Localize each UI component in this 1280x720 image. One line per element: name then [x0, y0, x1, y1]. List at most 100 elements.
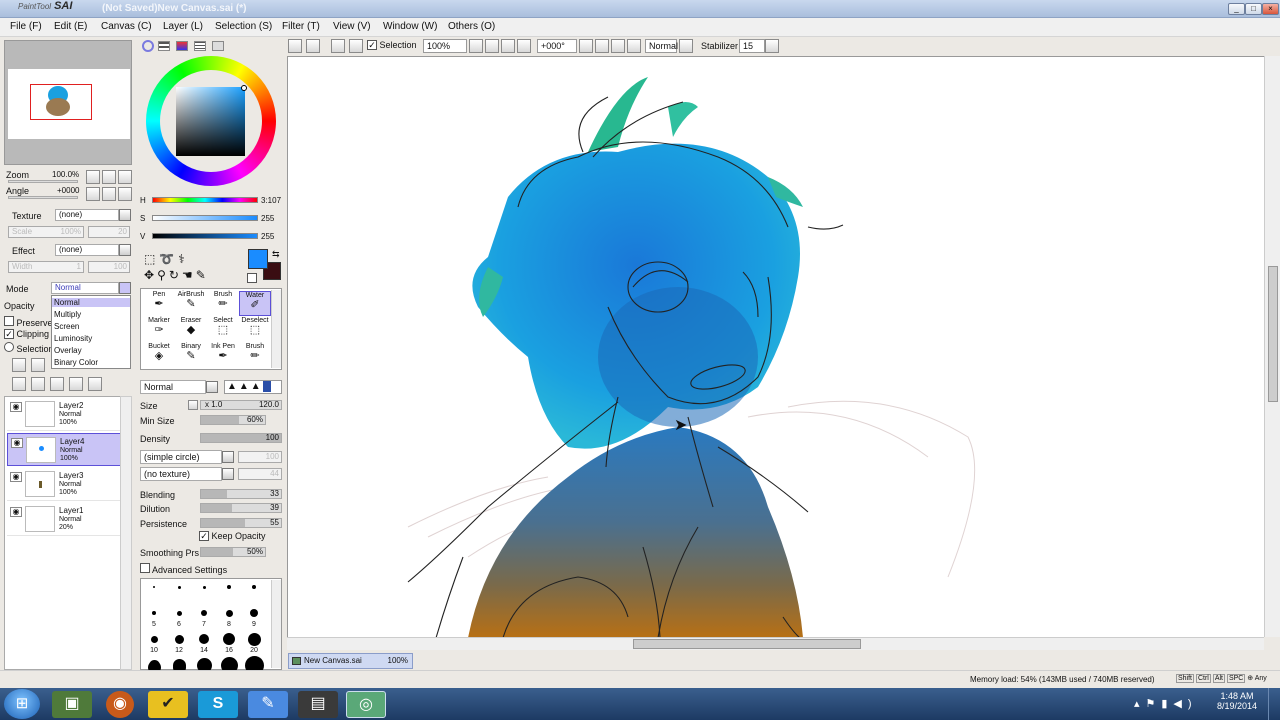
palette-icon[interactable]: ✎: [248, 691, 288, 718]
layer-row[interactable]: ◉ Layer2 Normal 100%: [7, 398, 121, 431]
flip-button[interactable]: [627, 39, 641, 53]
saturation-slider[interactable]: [152, 215, 258, 221]
menu-others[interactable]: Others (O): [448, 21, 495, 32]
layer-mask-button[interactable]: [88, 377, 102, 391]
firefox-icon[interactable]: ◉: [106, 691, 134, 718]
layer-row[interactable]: ◉ Layer1 Normal 20%: [7, 503, 121, 536]
brush-texture-dropdown[interactable]: [222, 468, 234, 480]
tool-eraser[interactable]: Eraser ◆: [175, 317, 207, 342]
norton-icon[interactable]: ✔: [148, 691, 188, 718]
redo-button[interactable]: [306, 39, 320, 53]
preserve-checkbox[interactable]: [4, 316, 14, 326]
rotate-icon[interactable]: ↻: [169, 268, 182, 282]
hue-slider[interactable]: [152, 197, 258, 203]
visibility-eye-icon[interactable]: ◉: [10, 507, 22, 517]
blending-slider[interactable]: 33: [200, 489, 282, 499]
menu-window[interactable]: Window (W): [383, 21, 437, 32]
sai-icon[interactable]: ◎: [346, 691, 386, 718]
canvas-horizontal-scrollbar[interactable]: [287, 637, 1264, 650]
tool-brush[interactable]: Brush ✏: [239, 343, 271, 368]
primary-color-swatch[interactable]: [248, 249, 268, 269]
brush-size-scrollbar[interactable]: [271, 580, 281, 668]
rotation-field[interactable]: +000°: [537, 39, 577, 53]
brush-size-preset[interactable]: [174, 634, 184, 644]
brush-size-preset[interactable]: [227, 585, 231, 589]
brush-size-preset[interactable]: [199, 634, 209, 644]
deselect-button[interactable]: [331, 39, 345, 53]
visibility-eye-icon[interactable]: ◉: [11, 438, 23, 448]
merge-down-button[interactable]: [31, 377, 45, 391]
navigator-view-rect[interactable]: [30, 84, 92, 120]
rect-select-icon[interactable]: ⬚: [144, 252, 159, 266]
eyedropper-icon[interactable]: ✎: [196, 268, 209, 282]
mode-option-screen[interactable]: Screen: [54, 322, 79, 331]
zoom-slider[interactable]: [8, 180, 78, 183]
rotate-right-button[interactable]: [595, 39, 609, 53]
stabilizer-field[interactable]: 15: [739, 39, 765, 53]
terminal-icon[interactable]: ▤: [298, 691, 338, 718]
close-button[interactable]: ×: [1262, 3, 1279, 15]
brush-size-preset[interactable]: [250, 609, 258, 617]
invert-selection-button[interactable]: [349, 39, 363, 53]
transfer-down-button[interactable]: [12, 377, 26, 391]
mode-option-normal[interactable]: Normal: [52, 298, 130, 307]
swap-colors-icon[interactable]: ⇆: [272, 249, 280, 260]
tool-airbrush[interactable]: AirBrush ✎: [175, 291, 207, 316]
blend-mode-field[interactable]: Normal: [645, 39, 678, 53]
size-multiplier-button[interactable]: [188, 400, 198, 410]
menu-filter[interactable]: Filter (T): [282, 21, 320, 32]
magic-wand-icon[interactable]: ⚕: [178, 252, 189, 266]
new-linework-layer-button[interactable]: [31, 358, 45, 372]
delete-layer-button[interactable]: [69, 377, 83, 391]
persistence-slider[interactable]: 55: [200, 518, 282, 528]
zoom-reset-button[interactable]: [517, 39, 531, 53]
clear-layer-button[interactable]: [50, 377, 64, 391]
selection-toggle[interactable]: ✓ Selection: [367, 40, 417, 50]
scratchpad-tab-icon[interactable]: [212, 41, 224, 51]
brush-blend-mode-dropdown[interactable]: [206, 381, 218, 393]
keep-opacity-checkbox[interactable]: ✓: [199, 531, 209, 541]
brush-size-preset[interactable]: [150, 635, 158, 643]
color-wheel-tab-icon[interactable]: [142, 40, 154, 52]
drawing-canvas[interactable]: ➤: [287, 56, 1264, 637]
color-picker-handle[interactable]: [241, 85, 247, 91]
visibility-eye-icon[interactable]: ◉: [10, 402, 22, 412]
layer-mode-dropdown-button[interactable]: [119, 282, 131, 294]
rotate-left-button[interactable]: [579, 39, 593, 53]
brush-blend-mode-select[interactable]: Normal: [140, 380, 206, 394]
selection-source-radio[interactable]: [4, 342, 14, 352]
new-layer-button[interactable]: [12, 358, 26, 372]
system-clock[interactable]: 1:48 AM 8/19/2014: [1212, 691, 1262, 711]
menu-selection[interactable]: Selection (S): [215, 21, 272, 32]
brush-size-preset[interactable]: [247, 632, 261, 646]
smoothing-slider[interactable]: 50%: [200, 547, 266, 557]
layer-row[interactable]: ◉ Layer3 Normal 100%: [7, 468, 121, 501]
tool-water[interactable]: Water ✐: [239, 291, 271, 316]
nav-zoom-reset-button[interactable]: [118, 170, 132, 184]
blend-mode-dropdown[interactable]: [679, 39, 693, 53]
selection-checkbox[interactable]: ✓: [367, 40, 377, 50]
skype-icon[interactable]: S: [198, 691, 238, 718]
hand-icon[interactable]: ☚: [182, 268, 196, 282]
tool-pen[interactable]: Pen ✒: [143, 291, 175, 316]
menu-canvas[interactable]: Canvas (C): [101, 21, 152, 32]
brush-size-preset[interactable]: [152, 611, 156, 615]
effect-select[interactable]: (none): [55, 244, 119, 256]
visibility-eye-icon[interactable]: ◉: [10, 472, 22, 482]
dilution-slider[interactable]: 39: [200, 503, 282, 513]
rotate-reset-button[interactable]: [611, 39, 625, 53]
keep-opacity-toggle[interactable]: ✓ Keep Opacity: [199, 531, 266, 541]
brush-size-preset[interactable]: [252, 585, 256, 589]
menu-edit[interactable]: Edit (E): [54, 21, 87, 32]
mode-option-overlay[interactable]: Overlay: [54, 346, 82, 355]
rgb-slider-tab-icon[interactable]: [158, 41, 170, 51]
rotate-ccw-button[interactable]: [86, 187, 100, 201]
brush-size-preset[interactable]: [225, 609, 233, 617]
zoom-icon[interactable]: ⚲: [157, 268, 169, 282]
tool-binary[interactable]: Binary ✎: [175, 343, 207, 368]
move-icon[interactable]: ✥: [144, 268, 157, 282]
zoom-in-button[interactable]: [501, 39, 515, 53]
min-size-slider[interactable]: 60%: [200, 415, 266, 425]
advanced-settings-checkbox[interactable]: [140, 563, 150, 573]
tool-bucket[interactable]: Bucket ◈: [143, 343, 175, 368]
